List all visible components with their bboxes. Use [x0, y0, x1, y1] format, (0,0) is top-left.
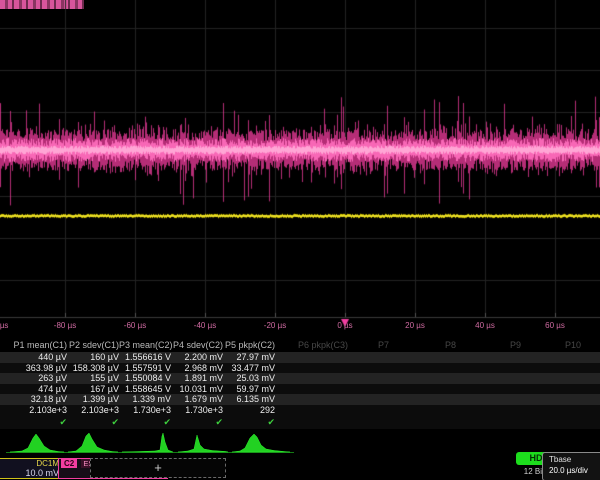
scope-grid-and-traces	[0, 0, 600, 338]
measure-value: 2.103e+3	[0, 405, 67, 416]
histicon-histogram	[178, 435, 228, 452]
measure-value: 1.730e+3	[119, 405, 171, 416]
channel-c1-descriptor[interactable]: DC1M 10.0 mV	[0, 458, 63, 479]
measure-value: 1.557591 V	[119, 363, 171, 374]
measure-value: 1.730e+3	[171, 405, 223, 416]
time-axis-label: 0 µs	[315, 321, 375, 330]
measure-value: 10.031 mV	[171, 384, 223, 395]
measure-value: 32.18 µV	[0, 394, 67, 405]
measure-column-header[interactable]: P1 mean(C1)	[0, 339, 67, 352]
measure-value: 25.03 mV	[223, 373, 275, 384]
measurement-table: P1 mean(C1)P2 sdev(C1)P3 mean(C2)P4 sdev…	[0, 339, 600, 429]
measure-value: 158.308 µV	[67, 363, 119, 374]
timebase-value: 20.0 µs/div	[549, 465, 600, 476]
measure-row: 440 µV160 µV1.556616 V2.200 mV27.97 mV	[0, 352, 600, 363]
plus-icon: +	[154, 460, 162, 475]
measure-value: 1.550084 V	[119, 373, 171, 384]
measure-row: 474 µV167 µV1.558645 V10.031 mV59.97 mV	[0, 384, 600, 395]
measure-value: 1.679 mV	[171, 394, 223, 405]
add-trace-button[interactable]: +	[90, 458, 226, 478]
measure-value: 292	[223, 405, 275, 416]
measure-value: 2.200 mV	[171, 352, 223, 363]
measure-value: 27.97 mV	[223, 352, 275, 363]
measure-column-header-inactive[interactable]: P7	[378, 339, 389, 352]
measure-value: 2.103e+3	[67, 405, 119, 416]
measure-column-header[interactable]: P3 mean(C2)	[119, 339, 171, 352]
measure-value: 363.98 µV	[0, 363, 67, 374]
measurement-table-rows: 440 µV160 µV1.556616 V2.200 mV27.97 mV36…	[0, 352, 600, 416]
histicon-histogram	[10, 434, 64, 452]
c1-coupling-label: DC1M	[0, 459, 59, 468]
measure-status-check-icon: ✔	[171, 416, 223, 429]
time-axis-label: 20 µs	[385, 321, 445, 330]
measure-status-check-icon: ✔	[223, 416, 275, 429]
measure-value: 33.477 mV	[223, 363, 275, 374]
measure-column-header-inactive[interactable]: P9	[510, 339, 521, 352]
measure-value: 1.558645 V	[119, 384, 171, 395]
measurement-histicons	[0, 430, 300, 457]
measure-row: 263 µV155 µV1.550084 V1.891 mV25.03 mV	[0, 373, 600, 384]
measure-value: 6.135 mV	[223, 394, 275, 405]
measure-value: 160 µV	[67, 352, 119, 363]
c2-channel-badge: C2	[61, 459, 77, 468]
measure-value: 263 µV	[0, 373, 67, 384]
measure-row: 2.103e+32.103e+31.730e+31.730e+3292	[0, 405, 600, 416]
measure-row: 363.98 µV158.308 µV1.557591 V2.968 mV33.…	[0, 363, 600, 374]
measure-column-header[interactable]: P4 sdev(C2)	[171, 339, 223, 352]
measurement-status-row: ✔✔✔✔✔	[0, 416, 600, 429]
measurement-table-header: P1 mean(C1)P2 sdev(C1)P3 mean(C2)P4 sdev…	[0, 339, 600, 352]
time-axis-label: -40 µs	[175, 321, 235, 330]
histicon-histogram	[122, 433, 173, 452]
oscilloscope-screen: -100 µs -80 µs -60 µs -40 µs -20 µs 0 µs 20 µs…	[0, 0, 600, 480]
measure-status-check-icon: ✔	[119, 416, 171, 429]
measure-column-header-inactive[interactable]: P8	[445, 339, 456, 352]
measure-value: 1.399 µV	[67, 394, 119, 405]
histicon-histogram	[68, 433, 118, 452]
measure-value: 1.891 mV	[171, 373, 223, 384]
time-axis-label: -80 µs	[35, 321, 95, 330]
time-axis-label: 60 µs	[525, 321, 585, 330]
measure-value: 440 µV	[0, 352, 67, 363]
measure-column-header[interactable]: P2 sdev(C1)	[67, 339, 119, 352]
measure-value: 1.339 mV	[119, 394, 171, 405]
measure-status-check-icon: ✔	[0, 416, 67, 429]
time-axis-label: 40 µs	[455, 321, 515, 330]
c1-scale-value: 10.0 mV	[0, 468, 59, 478]
time-axis-label: -60 µs	[105, 321, 165, 330]
measure-value: 1.556616 V	[119, 352, 171, 363]
measure-row: 32.18 µV1.399 µV1.339 mV1.679 mV6.135 mV	[0, 394, 600, 405]
time-axis-label: -20 µs	[245, 321, 305, 330]
timebase-descriptor[interactable]: Tbase 20.0 µs/div	[542, 452, 600, 480]
measure-value: 59.97 mV	[223, 384, 275, 395]
measure-column-header[interactable]: P5 pkpk(C2)	[223, 339, 275, 352]
histicon-histogram	[232, 434, 290, 452]
measure-value: 2.968 mV	[171, 363, 223, 374]
timebase-label: Tbase	[549, 454, 600, 465]
time-axis-label: -100 µs	[0, 321, 25, 330]
measure-value: 167 µV	[67, 384, 119, 395]
measure-value: 474 µV	[0, 384, 67, 395]
measure-column-header-inactive[interactable]: P10	[565, 339, 581, 352]
measure-value: 155 µV	[67, 373, 119, 384]
measure-column-header-inactive[interactable]: P6 pkpk(C3)	[298, 339, 348, 352]
measure-status-check-icon: ✔	[67, 416, 119, 429]
